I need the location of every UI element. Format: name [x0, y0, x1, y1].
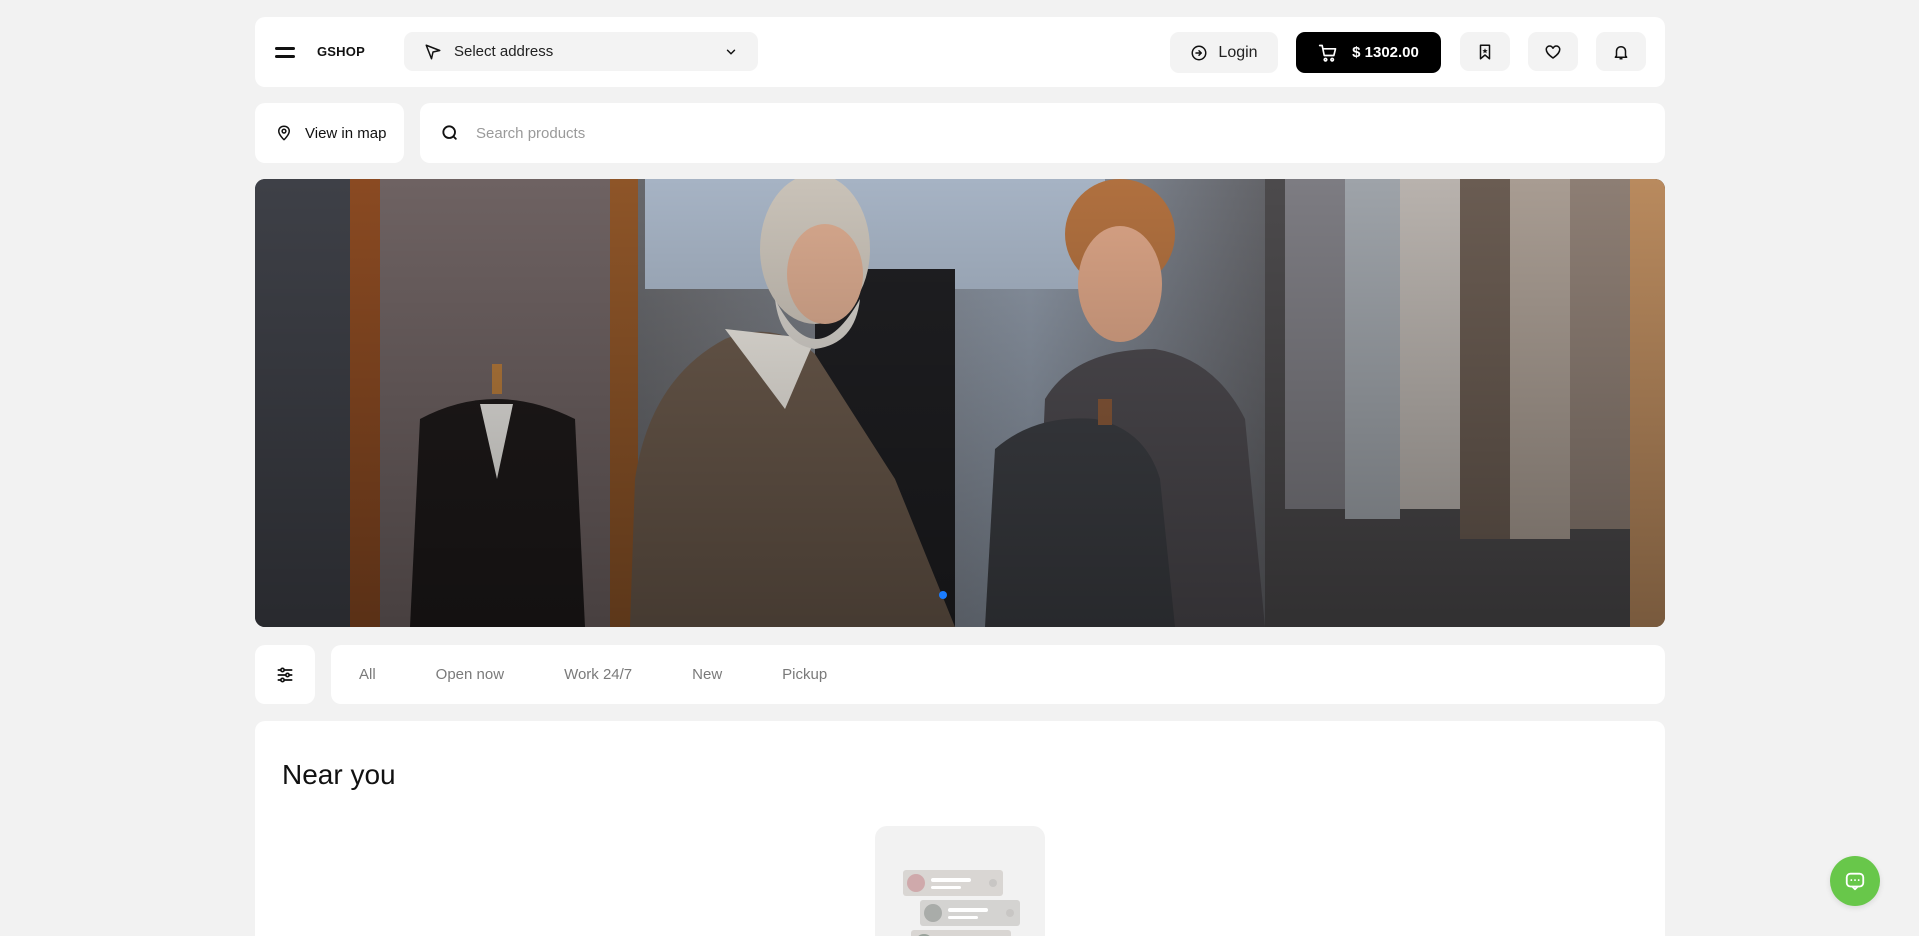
filter-tabs: All Open now Work 24/7 New Pickup	[331, 645, 1665, 704]
address-select-label: Select address	[454, 43, 554, 60]
cart-icon	[1318, 44, 1337, 62]
list-stack-illustration	[903, 870, 1020, 936]
login-label: Login	[1218, 43, 1258, 61]
bookmarks-button[interactable]	[1460, 32, 1510, 71]
address-select[interactable]: Select address	[404, 32, 758, 71]
notifications-button[interactable]	[1596, 32, 1646, 71]
search-icon	[442, 125, 457, 140]
promo-banner-carousel[interactable]	[255, 179, 1665, 627]
bell-icon	[1614, 45, 1628, 59]
login-button[interactable]: Login	[1170, 32, 1278, 73]
search-input[interactable]	[476, 124, 1576, 142]
view-in-map-button[interactable]: View in map	[255, 103, 404, 163]
tab-all[interactable]: All	[359, 666, 376, 683]
filter-sliders-icon	[277, 667, 293, 682]
location-pin-icon	[278, 125, 290, 141]
bookmark-icon	[1479, 44, 1491, 59]
section-title: Near you	[282, 759, 396, 790]
menu-icon[interactable]	[275, 45, 297, 59]
near-you-section: Near you	[255, 721, 1665, 936]
banner-image	[255, 179, 1665, 627]
tab-work-24-7[interactable]: Work 24/7	[564, 666, 632, 683]
chat-icon	[1845, 872, 1865, 891]
navigation-arrow-icon	[425, 44, 441, 59]
login-icon	[1191, 45, 1207, 60]
carousel-dot-active[interactable]	[939, 591, 947, 599]
tab-new[interactable]: New	[692, 666, 722, 683]
cart-button[interactable]: $ 1302.00	[1296, 32, 1441, 73]
empty-state-illustration	[875, 826, 1045, 936]
view-in-map-label: View in map	[305, 124, 387, 142]
filter-button[interactable]	[255, 645, 315, 704]
heart-icon	[1545, 44, 1561, 59]
top-header: GSHOP Select address Login $ 1302.00	[255, 17, 1665, 87]
tab-open-now[interactable]: Open now	[436, 666, 504, 683]
favorites-button[interactable]	[1528, 32, 1578, 71]
brand-logo-text[interactable]: GSHOP	[317, 44, 365, 59]
search-bar	[420, 103, 1665, 163]
chevron-down-icon	[726, 49, 736, 55]
tab-pickup[interactable]: Pickup	[782, 666, 827, 683]
cart-total: $ 1302.00	[1352, 44, 1419, 61]
chat-support-button[interactable]	[1830, 856, 1880, 906]
